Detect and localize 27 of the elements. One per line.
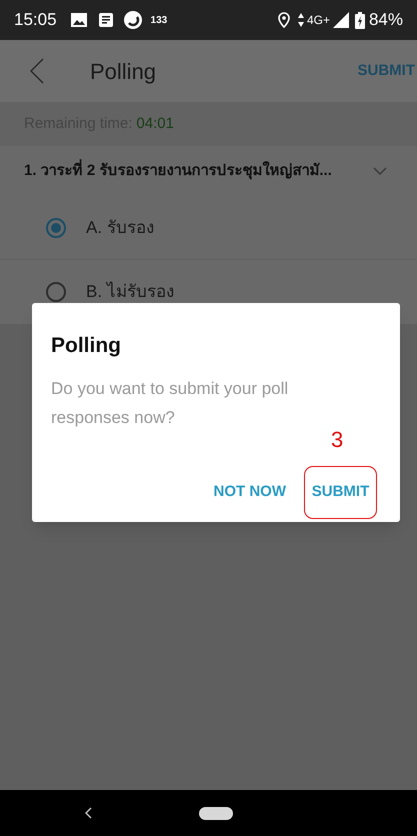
- home-pill-button[interactable]: [199, 806, 233, 820]
- radio-button[interactable]: [46, 218, 66, 238]
- sync-icon: [122, 10, 143, 30]
- data-arrows-icon: [298, 13, 304, 27]
- dialog-title: Polling: [51, 333, 121, 359]
- notification-count: 133: [150, 14, 168, 28]
- step-number: 3: [331, 429, 344, 451]
- image-icon: [70, 13, 87, 27]
- screen-title: Polling: [90, 58, 156, 86]
- signal-icon: [332, 12, 349, 28]
- dialog-message: Do you want to submit your poll responses now?: [51, 378, 290, 429]
- submit-link[interactable]: SUBMIT: [358, 60, 417, 82]
- document-icon: [98, 13, 113, 27]
- back-icon: [84, 807, 92, 819]
- battery-icon: [354, 12, 365, 28]
- location-icon: [278, 12, 290, 28]
- question-title: 1. วาระที่ 2 รับรองรายงานการประชุมใหญ่สามั...: [24, 160, 332, 182]
- option-label: A. รับรอง: [86, 216, 154, 239]
- chevron-down-icon[interactable]: [373, 167, 387, 175]
- back-icon: [30, 58, 44, 84]
- battery-percent: 84%: [368, 9, 403, 32]
- status-time: 15:05: [14, 9, 57, 32]
- remaining-time-value: 04:01: [136, 114, 174, 134]
- dialog-action-button[interactable]: SUBMIT: [308, 473, 374, 512]
- network-type: 4G+: [306, 12, 330, 29]
- dialog-action-button[interactable]: NOT NOW: [210, 473, 290, 512]
- option-label: B. ไม่รับรอง: [86, 280, 174, 304]
